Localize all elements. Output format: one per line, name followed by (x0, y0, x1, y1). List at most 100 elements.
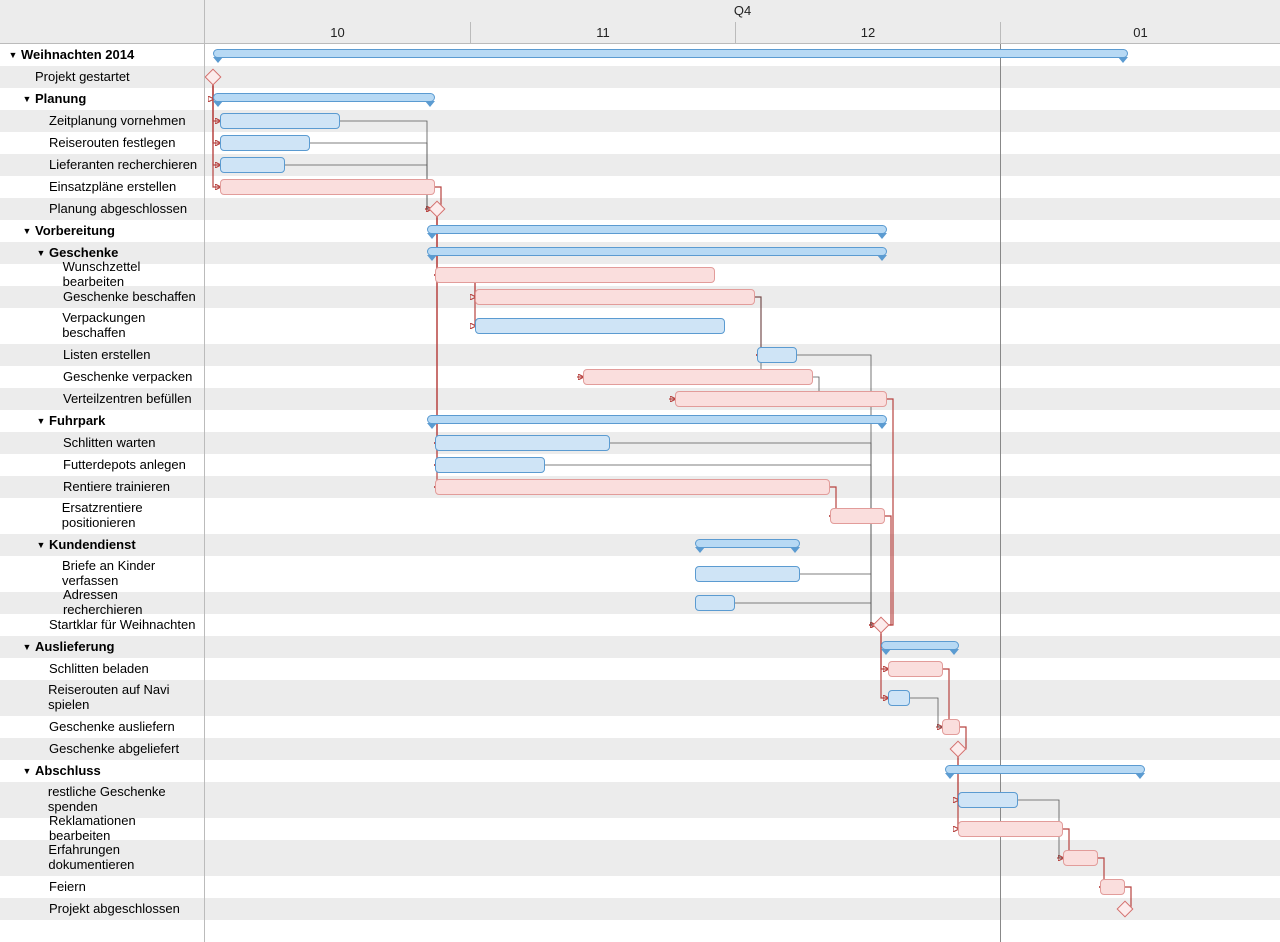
task-row[interactable]: Verpackungen beschaffen (0, 308, 204, 344)
task-label: Startklar für Weihnachten (49, 618, 195, 633)
task-label: Vorbereitung (35, 224, 115, 239)
disclosure-triangle-icon[interactable]: ▼ (22, 766, 32, 776)
task-row[interactable]: Rentiere trainieren (0, 476, 204, 498)
disclosure-triangle-icon[interactable]: ▼ (22, 94, 32, 104)
task-rows: ▼Weihnachten 2014Projekt gestartet▼Planu… (0, 44, 204, 920)
disclosure-triangle-icon[interactable]: ▼ (36, 248, 46, 258)
gantt-chart: ▼Weihnachten 2014Projekt gestartet▼Planu… (0, 0, 1280, 942)
task-row[interactable]: Adressen recherchieren (0, 592, 204, 614)
task-bar[interactable] (1100, 879, 1125, 895)
task-row[interactable]: Verteilzentren befüllen (0, 388, 204, 410)
task-bar[interactable] (435, 479, 830, 495)
task-label: Schlitten warten (63, 436, 156, 451)
task-bar[interactable] (958, 792, 1018, 808)
task-row[interactable]: ▼Weihnachten 2014 (0, 44, 204, 66)
summary-bar[interactable] (881, 641, 959, 650)
task-row[interactable]: ▼Auslieferung (0, 636, 204, 658)
task-bar[interactable] (942, 719, 960, 735)
disclosure-triangle-icon[interactable]: ▼ (8, 50, 18, 60)
task-bar[interactable] (220, 113, 340, 129)
task-bar[interactable] (958, 821, 1063, 837)
task-row[interactable]: Erfahrungen dokumentieren (0, 840, 204, 876)
task-row[interactable]: ▼Fuhrpark (0, 410, 204, 432)
task-label: Listen erstellen (63, 348, 150, 363)
chart-row-bg (205, 344, 1280, 366)
month-header: 12 (735, 22, 1000, 44)
chart-row-bg (205, 110, 1280, 132)
chart-row-bg (205, 782, 1280, 818)
task-bar[interactable] (695, 566, 800, 582)
task-bar[interactable] (888, 690, 910, 706)
task-bar[interactable] (888, 661, 943, 677)
task-row[interactable]: ▼Abschluss (0, 760, 204, 782)
task-bar[interactable] (757, 347, 797, 363)
task-row[interactable]: Futterdepots anlegen (0, 454, 204, 476)
task-row[interactable]: Schlitten beladen (0, 658, 204, 680)
task-row[interactable]: Schlitten warten (0, 432, 204, 454)
task-label: restliche Geschenke spenden (48, 785, 200, 815)
disclosure-triangle-icon[interactable]: ▼ (22, 642, 32, 652)
summary-bar[interactable] (427, 247, 887, 256)
task-bar[interactable] (220, 157, 285, 173)
task-row[interactable]: Projekt abgeschlossen (0, 898, 204, 920)
task-label: Projekt gestartet (35, 70, 130, 85)
chart-row-bg (205, 680, 1280, 716)
task-row[interactable]: Reiserouten auf Navi spielen (0, 680, 204, 716)
task-label: Abschluss (35, 764, 101, 779)
task-label: Geschenke ausliefern (49, 720, 175, 735)
task-bar[interactable] (695, 595, 735, 611)
chart-row-bg (205, 66, 1280, 88)
task-label: Reklamationen bearbeiten (49, 814, 200, 844)
chart-body[interactable] (205, 44, 1280, 942)
task-row[interactable]: Listen erstellen (0, 344, 204, 366)
task-row[interactable]: Geschenke beschaffen (0, 286, 204, 308)
task-row[interactable]: Geschenke verpacken (0, 366, 204, 388)
chart-row-bg (205, 636, 1280, 658)
disclosure-triangle-icon[interactable]: ▼ (36, 416, 46, 426)
task-label: Verteilzentren befüllen (63, 392, 192, 407)
chart-row-bg (205, 658, 1280, 680)
task-bar[interactable] (475, 289, 755, 305)
summary-bar[interactable] (213, 49, 1128, 58)
disclosure-triangle-icon[interactable]: ▼ (36, 540, 46, 550)
chart-row-bg (205, 716, 1280, 738)
task-row[interactable]: Einsatzpläne erstellen (0, 176, 204, 198)
task-label: Schlitten beladen (49, 662, 149, 677)
task-row[interactable]: ▼Planung (0, 88, 204, 110)
task-bar[interactable] (475, 318, 725, 334)
task-label: Fuhrpark (49, 414, 105, 429)
task-bar[interactable] (830, 508, 885, 524)
task-bar[interactable] (675, 391, 887, 407)
task-bar[interactable] (435, 457, 545, 473)
summary-bar[interactable] (213, 93, 435, 102)
summary-bar[interactable] (427, 415, 887, 424)
task-bar[interactable] (220, 135, 310, 151)
task-label: Briefe an Kinder verfassen (62, 559, 200, 589)
summary-bar[interactable] (945, 765, 1145, 774)
task-bar[interactable] (220, 179, 435, 195)
task-row[interactable]: Startklar für Weihnachten (0, 614, 204, 636)
task-row[interactable]: Zeitplanung vornehmen (0, 110, 204, 132)
task-row[interactable]: Reiserouten festlegen (0, 132, 204, 154)
task-row[interactable]: Projekt gestartet (0, 66, 204, 88)
disclosure-triangle-icon[interactable]: ▼ (22, 226, 32, 236)
task-row[interactable]: Reklamationen bearbeiten (0, 818, 204, 840)
task-row[interactable]: Geschenke ausliefern (0, 716, 204, 738)
task-row[interactable]: Feiern (0, 876, 204, 898)
task-bar[interactable] (583, 369, 813, 385)
task-label: Einsatzpläne erstellen (49, 180, 176, 195)
task-row[interactable]: Lieferanten recherchieren (0, 154, 204, 176)
task-row[interactable]: ▼Kundendienst (0, 534, 204, 556)
task-row[interactable]: ▼Vorbereitung (0, 220, 204, 242)
task-row[interactable]: Planung abgeschlossen (0, 198, 204, 220)
summary-bar[interactable] (427, 225, 887, 234)
task-row[interactable]: Wunschzettel bearbeiten (0, 264, 204, 286)
task-row[interactable]: Ersatzrentiere positionieren (0, 498, 204, 534)
task-row[interactable]: Geschenke abgeliefert (0, 738, 204, 760)
summary-bar[interactable] (695, 539, 800, 548)
task-bar[interactable] (435, 435, 610, 451)
task-label: Feiern (49, 880, 86, 895)
task-bar[interactable] (435, 267, 715, 283)
task-bar[interactable] (1063, 850, 1098, 866)
month-header: 11 (470, 22, 735, 44)
